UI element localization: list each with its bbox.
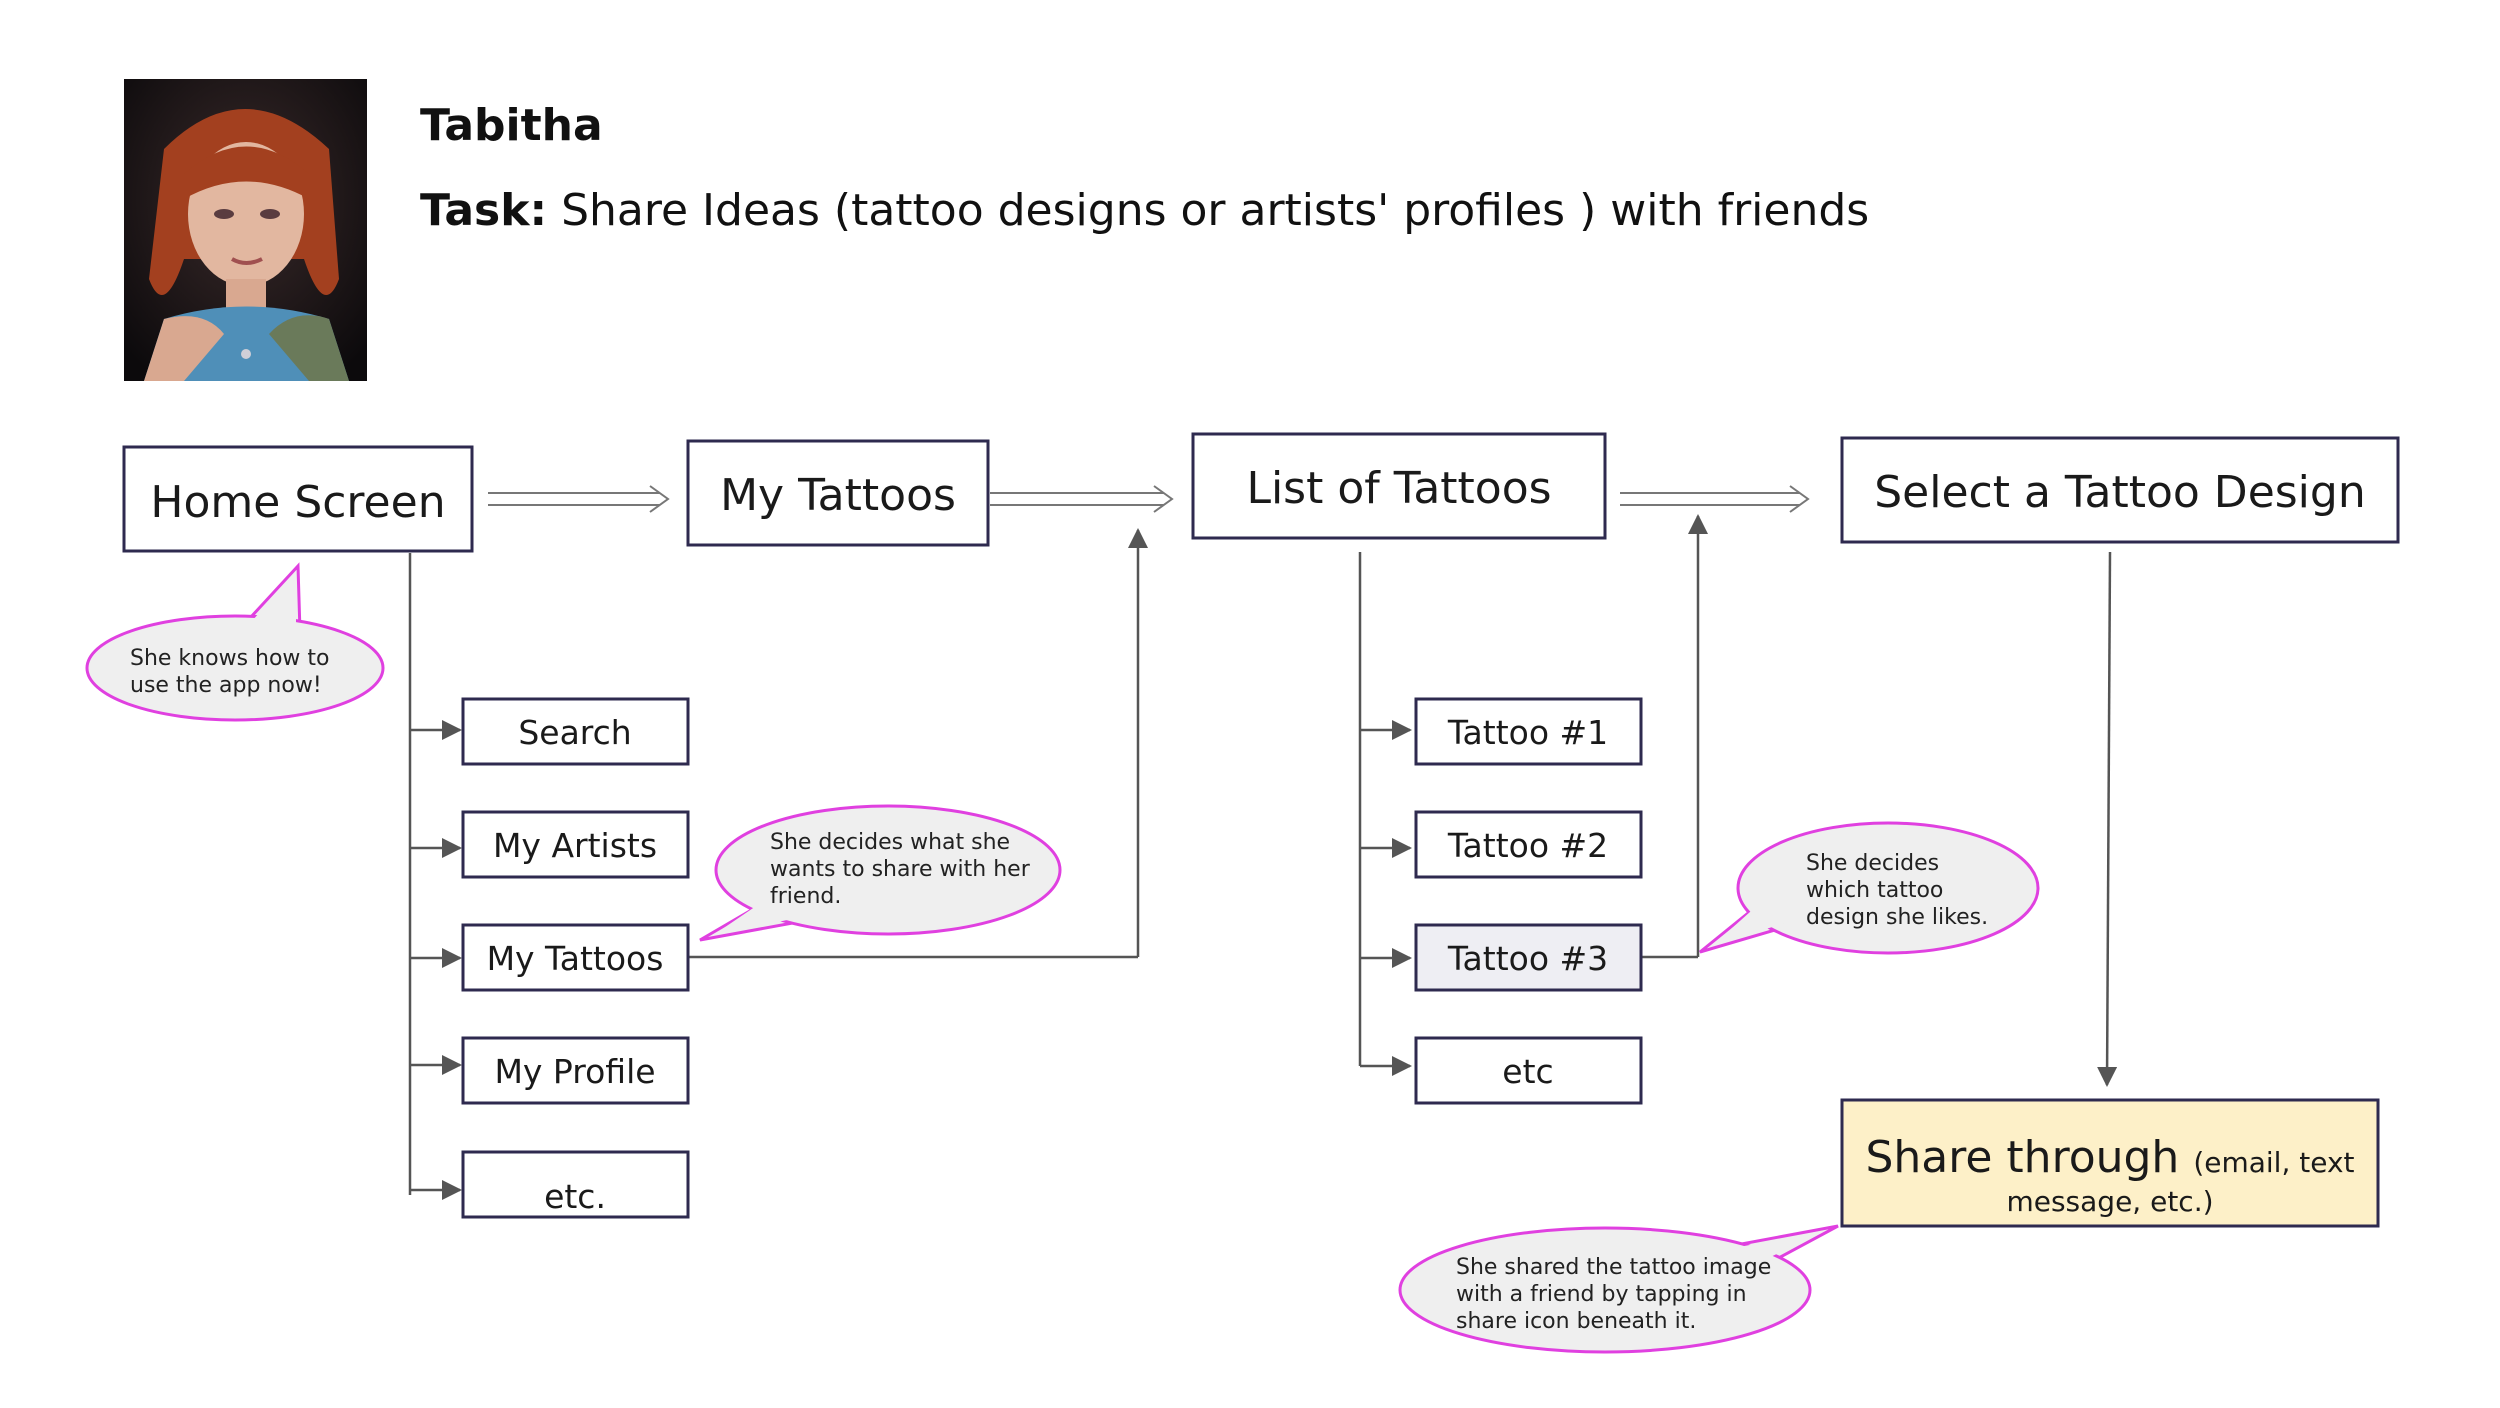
node-select-design: Select a Tattoo Design [1840,436,2400,544]
callout-decides-design-line-3: design she likes. [1806,905,1988,930]
callout-decides-share-line-1: She decides what she [770,830,1010,855]
node-home-screen: Home Screen [122,445,474,553]
callout-knows-app-line-2: use the app now! [130,673,322,698]
double-arrow-list-to-select [1620,485,1810,513]
node-etc-home-label: etc. [544,1177,606,1216]
callout-shared-image-line-1: She shared the tattoo image [1456,1255,1771,1280]
node-my-profile: My Profile [461,1036,690,1105]
callout-decides-design-line-2: which tattoo [1806,878,1943,903]
node-my-tattoos: My Tattoos [686,439,990,547]
node-tattoo-3-label: Tattoo #3 [1447,939,1608,978]
node-list-of-tattoos-label: List of Tattoos [1246,463,1551,514]
node-my-artists-label: My Artists [493,826,657,865]
node-tattoo-1-label: Tattoo #1 [1447,713,1608,752]
node-tattoo-1: Tattoo #1 [1414,697,1643,766]
list-branch-lines [1358,514,2118,1087]
callout-knows-app: She knows how to use the app now! [85,562,385,722]
double-arrow-home-to-mytattoos [488,485,670,513]
node-etc-home: etc. [461,1150,690,1219]
node-share-through: Share through (email, text message, etc.) [1840,1098,2380,1228]
flow-diagram: Tabitha Task: Share Ideas (tattoo design… [0,0,2500,1408]
node-etc-list-label: etc [1502,1052,1553,1091]
callout-shared-image-line-3: share icon beneath it. [1456,1309,1696,1334]
callout-decides-design-line-1: She decides [1806,851,1939,876]
node-tattoo-2-label: Tattoo #2 [1447,826,1608,865]
callout-decides-share: She decides what she wants to share with… [699,804,1062,942]
node-my-artists: My Artists [461,810,690,879]
node-my-tattoos-sub-label: My Tattoos [487,939,664,978]
node-tattoo-2: Tattoo #2 [1414,810,1643,879]
node-home-screen-label: Home Screen [150,477,445,528]
callout-decides-share-line-3: friend. [770,884,841,909]
node-search-label: Search [518,713,631,752]
share-small-label-2: message, etc.) [2006,1185,2213,1218]
callout-knows-app-line-1: She knows how to [130,646,330,671]
callout-shared-image: She shared the tattoo image with a frien… [1398,1224,1839,1354]
node-search: Search [461,697,690,766]
share-small-label-1: (email, text [2193,1146,2354,1179]
node-list-of-tattoos: List of Tattoos [1191,432,1607,540]
node-my-tattoos-label: My Tattoos [720,470,956,521]
callout-decides-share-line-2: wants to share with her [770,857,1031,882]
callout-decides-design: She decides which tattoo design she like… [1699,821,2040,955]
node-my-profile-label: My Profile [494,1052,655,1091]
node-tattoo-3: Tattoo #3 [1414,923,1643,992]
node-my-tattoos-sub: My Tattoos [461,923,690,992]
share-main-label: Share through [1865,1132,2179,1183]
node-etc-list: etc [1414,1036,1643,1105]
callout-shared-image-line-2: with a friend by tapping in [1456,1282,1747,1307]
double-arrow-mytattoos-to-list [990,485,1174,513]
diagram-canvas: Home Screen My Tattoos List of Tattoos S… [85,432,2400,1354]
node-select-design-label: Select a Tattoo Design [1874,467,2365,518]
